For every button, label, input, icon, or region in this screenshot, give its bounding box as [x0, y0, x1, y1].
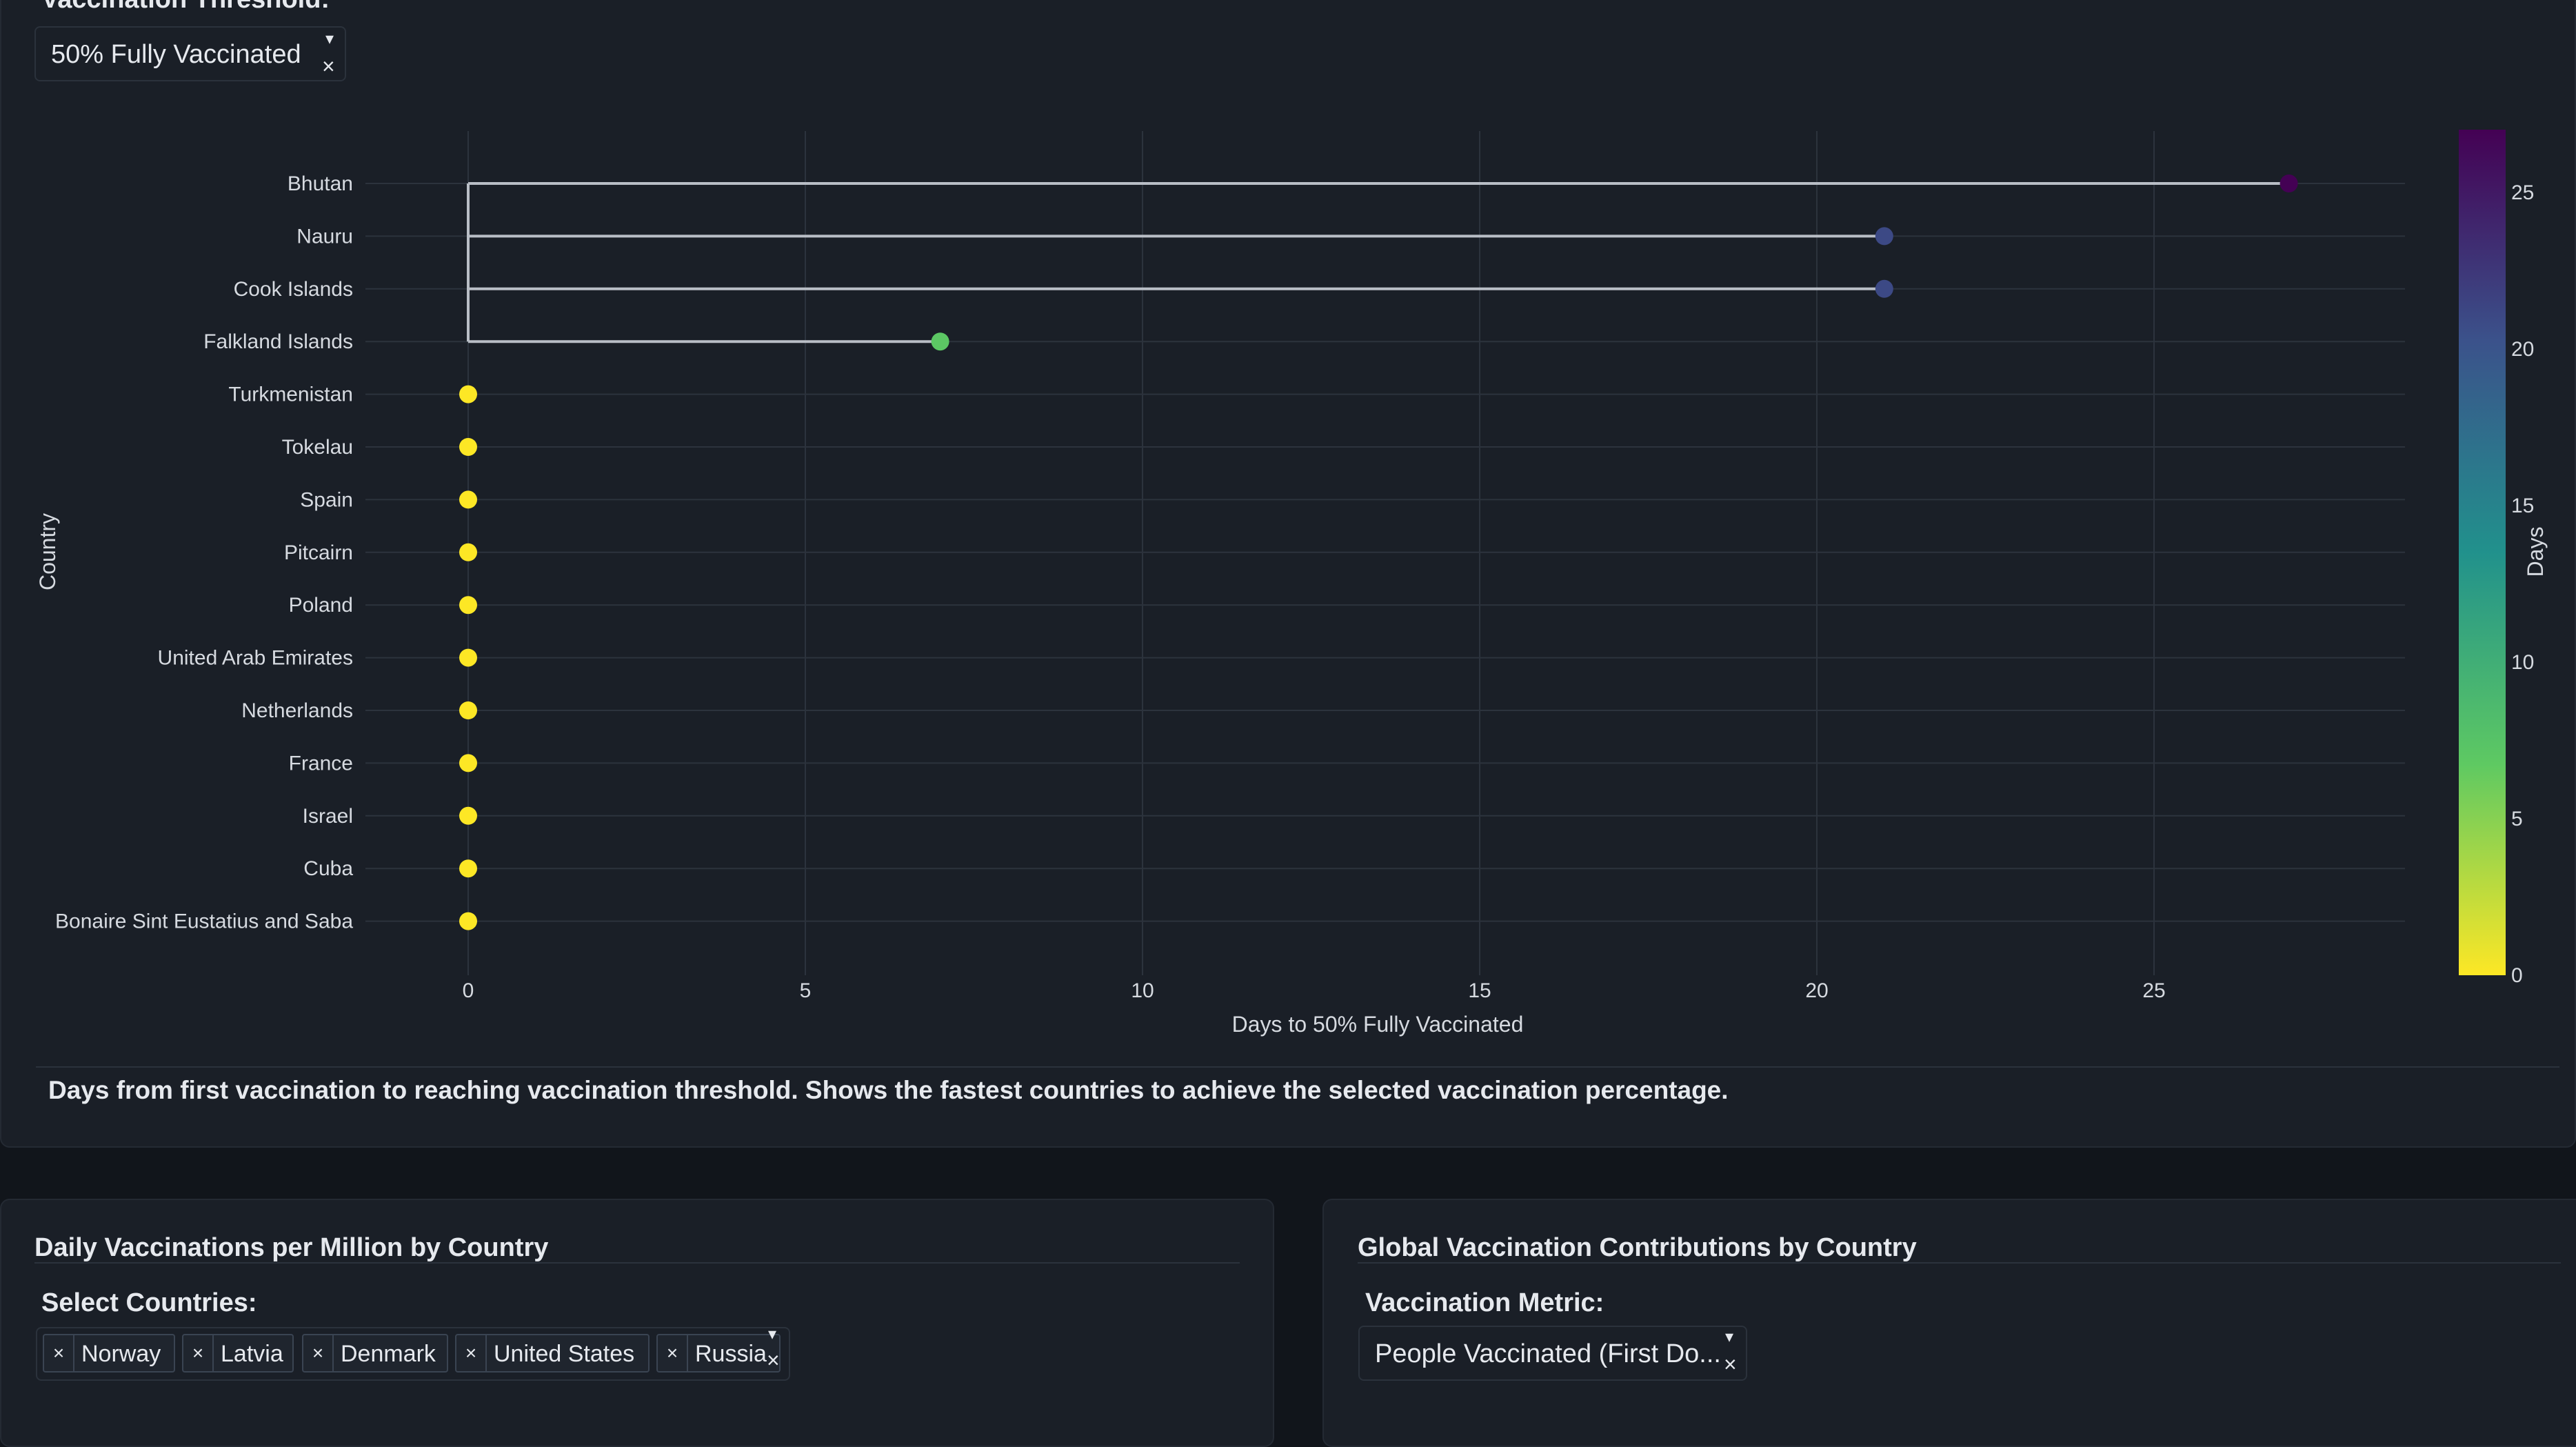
colorbar	[2459, 130, 2506, 975]
vaccination-metric-value: People Vaccinated (First Do...	[1375, 1339, 1721, 1368]
remove-russia-icon[interactable]: ×	[658, 1335, 688, 1371]
y-tick-label: Spain	[300, 488, 353, 511]
y-tick-label: Nauru	[296, 225, 353, 248]
colorbar-tick-label: 20	[2511, 338, 2534, 361]
chart-caption: Days from first vaccination to reaching …	[48, 1076, 1729, 1104]
data-point[interactable]	[459, 596, 477, 615]
remove-norway-icon[interactable]: ×	[44, 1335, 74, 1371]
data-point[interactable]	[459, 648, 477, 667]
data-point[interactable]	[459, 912, 477, 930]
x-tick-label: 15	[1468, 979, 1491, 1002]
y-tick-label: Pitcairn	[284, 541, 353, 564]
y-tick-label: Falkland Islands	[203, 330, 353, 353]
y-tick-label: United Arab Emirates	[158, 647, 353, 670]
clear-icon[interactable]: ×	[1724, 1352, 1737, 1377]
y-tick-label: Bonaire Sint Eustatius and Saba	[55, 910, 353, 933]
y-tick-label: France	[289, 752, 353, 775]
country-tag-russia[interactable]: × Russia	[656, 1334, 781, 1373]
country-tag-norway[interactable]: × Norway	[43, 1334, 175, 1373]
data-point[interactable]	[1875, 279, 1893, 298]
country-tag-label: Latvia	[221, 1341, 283, 1367]
remove-latvia-icon[interactable]: ×	[183, 1335, 214, 1371]
country-tag-denmark[interactable]: × Denmark	[302, 1334, 448, 1373]
remove-denmark-icon[interactable]: ×	[303, 1335, 334, 1371]
caption-divider	[36, 1066, 2559, 1068]
chevron-down-icon[interactable]: ▾	[1725, 1327, 1733, 1347]
data-point[interactable]	[931, 332, 949, 351]
y-tick-label: Tokelau	[282, 436, 353, 459]
chevron-down-icon[interactable]: ▾	[768, 1324, 776, 1344]
y-tick-label: Israel	[303, 805, 353, 828]
global-title-divider	[1358, 1262, 2561, 1264]
data-point[interactable]	[459, 490, 477, 509]
y-axis-title: Country	[35, 513, 60, 590]
y-tick-label: Turkmenistan	[228, 383, 353, 406]
clear-all-icon[interactable]: ×	[767, 1348, 780, 1373]
lollipop-chart: Bhutan Nauru Cook Islands Falkland Islands T…	[35, 130, 2548, 1037]
x-tick-label: 5	[800, 979, 812, 1002]
colorbar-tick-label: 10	[2511, 651, 2534, 674]
select-countries-label: Select Countries:	[41, 1288, 257, 1317]
y-tick-label: Netherlands	[241, 699, 353, 722]
x-tick-label: 25	[2142, 979, 2165, 1002]
data-point[interactable]	[459, 438, 477, 456]
data-point[interactable]	[2280, 174, 2298, 192]
data-point[interactable]	[1875, 227, 1893, 246]
countries-multiselect[interactable]: × Norway × Latvia × Denmark × United Sta…	[36, 1324, 790, 1381]
data-point[interactable]	[459, 701, 477, 719]
data-point[interactable]	[459, 806, 477, 825]
data-point[interactable]	[459, 859, 477, 878]
colorbar-title: Days	[2523, 527, 2548, 577]
y-tick-label: Poland	[289, 594, 353, 617]
global-contributions-title: Global Vaccination Contributions by Coun…	[1358, 1233, 1917, 1262]
country-tag-united-states[interactable]: × United States	[455, 1334, 650, 1373]
y-tick-label: Cuba	[303, 857, 353, 880]
daily-vaccinations-title: Daily Vaccinations per Million by Countr…	[34, 1233, 549, 1262]
y-tick-label: Bhutan	[288, 172, 353, 195]
colorbar-tick-label: 15	[2511, 495, 2534, 517]
y-tick-label: Cook Islands	[234, 278, 353, 301]
country-tag-label: Russia	[695, 1341, 767, 1367]
colorbar-tick-label: 5	[2511, 808, 2523, 830]
x-tick-label: 20	[1805, 979, 1828, 1002]
colorbar-tick-label: 0	[2511, 964, 2523, 987]
daily-title-divider	[34, 1262, 1240, 1264]
data-point[interactable]	[459, 543, 477, 561]
data-point[interactable]	[459, 385, 477, 403]
country-tag-label: Denmark	[341, 1341, 436, 1367]
vaccination-metric-dropdown[interactable]: People Vaccinated (First Do... ▾ ×	[1358, 1326, 1747, 1381]
country-tag-label: United States	[494, 1341, 635, 1367]
x-tick-label: 0	[463, 979, 474, 1002]
country-tag-latvia[interactable]: × Latvia	[182, 1334, 294, 1373]
colorbar-tick-label: 25	[2511, 181, 2534, 204]
remove-united-states-icon[interactable]: ×	[456, 1335, 487, 1371]
vaccination-metric-label: Vaccination Metric:	[1365, 1288, 1604, 1317]
data-point[interactable]	[459, 754, 477, 772]
x-axis-title: Days to 50% Fully Vaccinated	[1232, 1012, 1524, 1037]
x-tick-label: 10	[1131, 979, 1154, 1002]
country-tag-label: Norway	[81, 1341, 161, 1367]
